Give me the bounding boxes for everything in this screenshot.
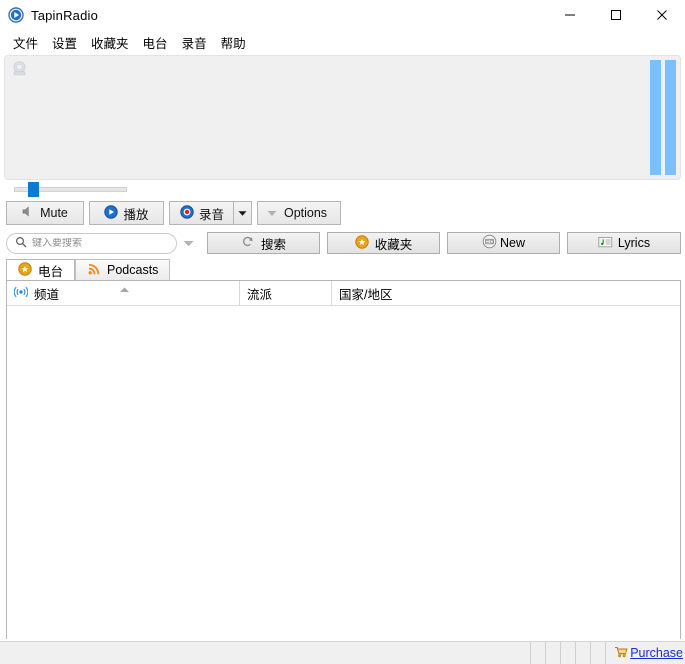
play-icon [104,204,119,222]
column-header-country-label: 国家/地区 [339,287,393,302]
search-history-dropdown[interactable] [177,232,200,254]
menu-item-recording[interactable]: 录音 [175,31,214,54]
app-icon [8,7,24,23]
tab-bar: 电台 Podcasts [0,258,685,280]
tab-stations[interactable]: 电台 [6,259,76,280]
search-icon [15,236,27,251]
mute-label: Mute [40,206,68,220]
maximize-button[interactable] [593,0,639,30]
visualizer-area [4,55,681,180]
radio-speaker-icon [11,60,28,77]
minimize-button[interactable] [547,0,593,30]
favorites-button-label: 收藏夹 [374,237,413,252]
station-list: 频道 流派 国家/地区 [6,280,681,651]
close-button[interactable] [639,0,685,30]
star-icon [355,234,369,252]
cart-icon [614,645,628,661]
new-button-label: New [499,236,525,250]
lyrics-button[interactable]: Lyrics [567,232,681,254]
new-button[interactable]: New [447,232,560,254]
status-cell-5 [591,642,607,664]
record-button[interactable]: 录音 [169,201,234,225]
chevron-down-icon [267,206,277,220]
tab-podcasts[interactable]: Podcasts [75,259,171,280]
options-button[interactable]: Options [257,201,342,225]
search-button[interactable]: 搜索 [207,232,320,254]
window-title: TapinRadio [31,7,99,23]
menu-item-file[interactable]: 文件 [6,31,45,54]
transport-toolbar: Mute 播放 录音 Options [0,198,685,228]
menu-item-help[interactable]: 帮助 [214,31,253,54]
menu-item-settings[interactable]: 设置 [45,31,84,54]
record-label: 录音 [199,207,225,222]
rss-icon [87,262,101,279]
visualizer-panel [4,55,681,180]
broadcast-icon [13,285,29,301]
search-spiral-icon [241,235,255,252]
menu-item-stations[interactable]: 电台 [136,31,175,54]
play-button[interactable]: 播放 [89,201,164,225]
mute-button[interactable]: Mute [6,201,84,225]
tab-stations-label: 电台 [38,264,64,279]
vu-meter-left [650,60,661,175]
sort-ascending-icon [119,282,130,296]
volume-slider-row [4,180,681,198]
status-bar: Purchase [0,641,685,664]
title-bar: TapinRadio [0,0,685,31]
play-label: 播放 [123,207,149,222]
column-header-genre[interactable]: 流派 [239,281,331,305]
status-cell-2 [546,642,562,664]
purchase-link[interactable]: Purchase [630,646,683,660]
menu-bar: 文件 设置 收藏夹 电台 录音 帮助 [0,31,685,53]
search-box[interactable] [6,232,177,254]
status-cell-4 [576,642,592,664]
speaker-mute-icon [22,205,35,221]
record-button-group: 录音 [169,201,253,225]
column-header-country[interactable]: 国家/地区 [331,281,680,305]
chevron-down-icon [238,206,247,220]
vu-meter-right [665,60,676,175]
purchase-area[interactable]: Purchase [606,645,685,661]
column-header-channel[interactable]: 频道 [7,281,239,305]
search-input[interactable] [32,237,168,249]
lyrics-button-label: Lyrics [617,236,651,250]
list-column-headers: 频道 流派 国家/地区 [7,281,680,306]
radio-icon [482,234,497,252]
chevron-down-icon [183,236,194,250]
search-row: 搜索 收藏夹 New [0,228,685,258]
status-message [21,642,532,664]
status-cell-3 [561,642,577,664]
record-icon [180,204,194,222]
column-header-channel-label: 频道 [34,287,60,302]
window-controls [547,0,685,30]
options-label: Options [283,206,328,220]
star-icon [18,261,32,279]
menu-item-favorites[interactable]: 收藏夹 [84,31,136,54]
status-cell-1 [531,642,547,664]
search-button-label: 搜索 [260,237,286,252]
vu-meters [650,60,676,175]
favorites-button[interactable]: 收藏夹 [327,232,440,254]
volume-slider-thumb[interactable] [28,182,39,197]
tab-podcasts-label: Podcasts [107,263,159,277]
column-header-genre-label: 流派 [247,287,273,302]
music-note-icon [598,235,613,252]
record-dropdown-button[interactable] [233,201,253,225]
